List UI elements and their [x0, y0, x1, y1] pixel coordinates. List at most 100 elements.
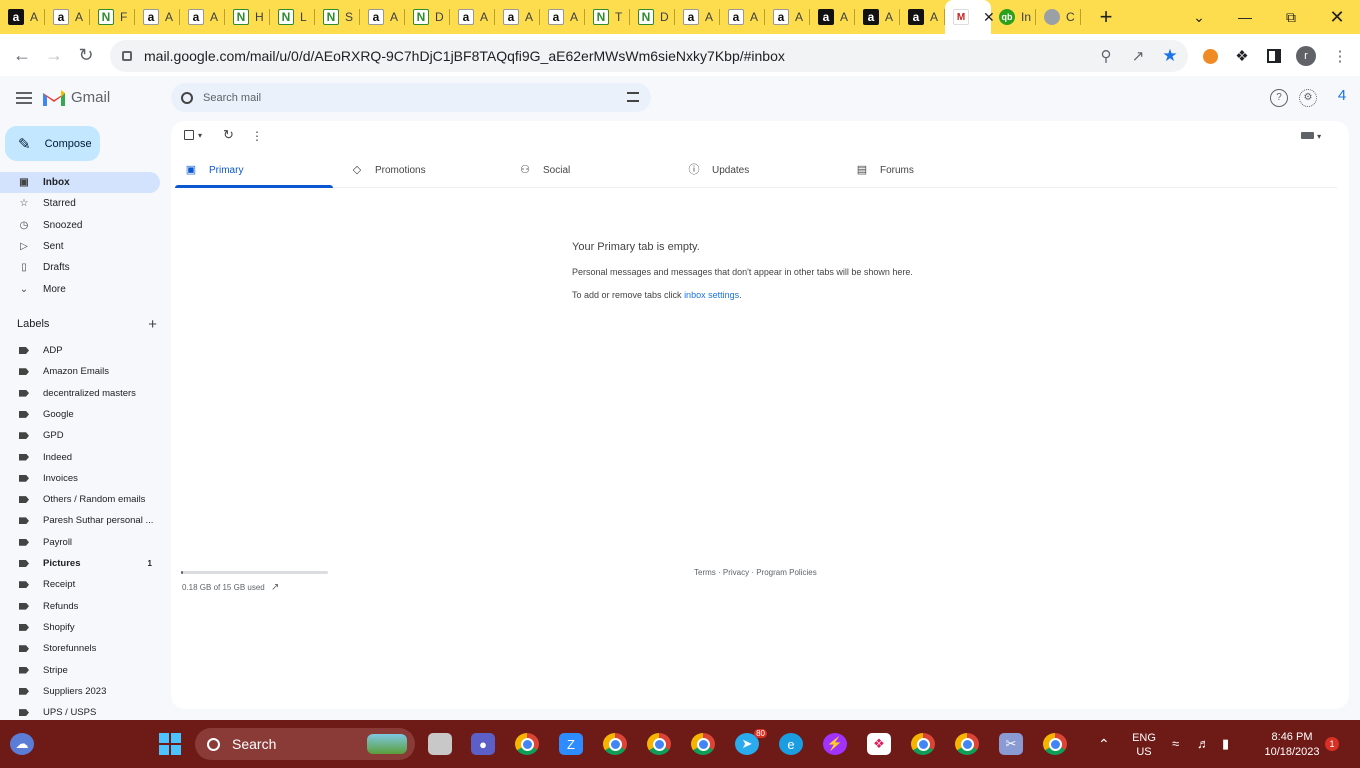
- account-badge[interactable]: 4: [1331, 87, 1353, 109]
- tab-promotions[interactable]: ◇ Promotions: [351, 152, 426, 188]
- messenger-icon[interactable]: ⚡: [823, 733, 847, 755]
- back-button[interactable]: ←: [10, 45, 34, 67]
- edge-icon[interactable]: e: [779, 733, 803, 755]
- browser-tab[interactable]: NL: [270, 0, 315, 34]
- sidebar-item-drafts[interactable]: ▯ Drafts: [0, 257, 160, 278]
- browser-tab[interactable]: C: [1036, 0, 1081, 34]
- teams-meet-icon[interactable]: ●: [471, 733, 495, 755]
- more-options-icon[interactable]: ⋮: [251, 129, 263, 143]
- refresh-icon[interactable]: ↻: [223, 127, 234, 143]
- browser-tab[interactable]: qb In: [991, 0, 1036, 34]
- browser-tab[interactable]: aA: [0, 0, 45, 34]
- label-item[interactable]: decentralized masters: [0, 383, 160, 404]
- sidebar-item-snoozed[interactable]: ◷ Snoozed: [0, 215, 160, 236]
- browser-tab[interactable]: NF: [90, 0, 135, 34]
- chrome-profile-1-icon[interactable]: [515, 733, 539, 755]
- label-item[interactable]: Shopify: [0, 617, 160, 638]
- browser-tab[interactable]: ND: [405, 0, 450, 34]
- search-options-icon[interactable]: [627, 92, 639, 102]
- chrome-profile-2-icon[interactable]: [603, 733, 627, 755]
- sidebar-item-sent[interactable]: ▷ Sent: [0, 236, 160, 257]
- search-input[interactable]: Search mail: [203, 92, 261, 104]
- tab-primary[interactable]: ▣ Primary: [185, 152, 244, 188]
- wifi-icon[interactable]: ≈: [1172, 736, 1179, 751]
- telegram-icon[interactable]: ➤ 80: [735, 729, 767, 755]
- label-item[interactable]: Pictures 1: [0, 553, 160, 574]
- sidebar-item-inbox[interactable]: ▣ Inbox: [0, 172, 160, 193]
- language-indicator[interactable]: ENG US: [1130, 731, 1158, 759]
- notification-badge[interactable]: 1: [1325, 737, 1339, 751]
- footer-links[interactable]: Terms · Privacy · Program Policies: [694, 568, 817, 577]
- forward-button[interactable]: →: [42, 45, 66, 67]
- browser-tab[interactable]: NS: [315, 0, 360, 34]
- search-icon[interactable]: [181, 91, 193, 104]
- add-label-icon[interactable]: +: [148, 316, 157, 333]
- browser-tab[interactable]: aA: [45, 0, 90, 34]
- browser-tab[interactable]: aA: [540, 0, 585, 34]
- browser-tab[interactable]: MIn✕: [945, 0, 995, 34]
- side-panel-icon[interactable]: [1264, 46, 1284, 66]
- tray-overflow-chevron-icon[interactable]: ⌃: [1098, 736, 1110, 753]
- input-tools-keyboard-icon[interactable]: ▾: [1301, 130, 1321, 142]
- tab-forums[interactable]: ▤ Forums: [856, 152, 914, 188]
- chrome-profile-3-icon[interactable]: [647, 733, 671, 755]
- reload-button[interactable]: ↻: [74, 45, 98, 67]
- browser-tab[interactable]: aA: [765, 0, 810, 34]
- sidebar-item-starred[interactable]: ☆ Starred: [0, 193, 160, 214]
- label-item[interactable]: Refunds: [0, 596, 160, 617]
- clock[interactable]: 8:46 PM 10/18/2023: [1262, 730, 1322, 760]
- chrome-profile-5-icon[interactable]: [911, 733, 935, 755]
- label-item[interactable]: Payroll: [0, 532, 160, 553]
- label-item[interactable]: ADP: [0, 340, 160, 361]
- bookmark-star-icon[interactable]: ★: [1160, 46, 1180, 66]
- main-menu-icon[interactable]: [16, 92, 32, 104]
- settings-gear-icon[interactable]: ⚙: [1299, 89, 1317, 107]
- slack-icon[interactable]: ❖: [867, 733, 891, 755]
- label-item[interactable]: Paresh Suthar personal ...: [0, 510, 160, 531]
- chrome-profile-4-icon[interactable]: [691, 733, 715, 755]
- new-tab-button[interactable]: +: [1091, 4, 1121, 30]
- label-item[interactable]: Suppliers 2023: [0, 681, 160, 702]
- browser-tab[interactable]: aA: [450, 0, 495, 34]
- taskbar-search[interactable]: Search: [195, 728, 415, 760]
- address-bar[interactable]: mail.google.com/mail/u/0/d/AEoRXRQ-9C7hD…: [110, 40, 1188, 72]
- browser-tab[interactable]: aA: [495, 0, 540, 34]
- browser-tab[interactable]: aA: [360, 0, 405, 34]
- browser-menu-icon[interactable]: ⋮: [1330, 46, 1350, 66]
- extensions-puzzle-icon[interactable]: ❖: [1232, 46, 1252, 66]
- volume-icon[interactable]: ♬: [1197, 736, 1210, 751]
- label-item[interactable]: Storefunnels: [0, 638, 160, 659]
- minimize-button[interactable]: —: [1222, 0, 1268, 34]
- task-view-icon[interactable]: [428, 733, 452, 755]
- widgets-icon[interactable]: ☁: [10, 733, 34, 755]
- battery-icon[interactable]: ▮: [1222, 736, 1229, 752]
- zoom-icon[interactable]: ⚲: [1096, 46, 1116, 66]
- label-item[interactable]: GPD: [0, 425, 160, 446]
- inbox-settings-link[interactable]: inbox settings: [684, 290, 739, 300]
- label-item[interactable]: Indeed: [0, 447, 160, 468]
- browser-tab[interactable]: aA: [810, 0, 855, 34]
- browser-tab[interactable]: NT: [585, 0, 630, 34]
- label-item[interactable]: Amazon Emails: [0, 361, 160, 382]
- open-storage-icon[interactable]: ↗: [271, 582, 279, 593]
- profile-avatar[interactable]: r: [1296, 46, 1316, 66]
- chrome-profile-6-icon[interactable]: [1043, 733, 1067, 755]
- tab-search-chevron-icon[interactable]: ⌄: [1176, 0, 1222, 34]
- chrome-active-icon[interactable]: [955, 733, 979, 755]
- sidebar-item-more[interactable]: ⌄ More: [0, 279, 160, 300]
- label-item[interactable]: Stripe: [0, 660, 160, 681]
- label-item[interactable]: Invoices: [0, 468, 160, 489]
- zoom-app-icon[interactable]: Z: [559, 733, 583, 755]
- close-window-button[interactable]: ✕: [1314, 0, 1360, 34]
- windows-start-icon[interactable]: [158, 733, 182, 755]
- browser-tab[interactable]: aA: [900, 0, 945, 34]
- browser-tab[interactable]: aA: [180, 0, 225, 34]
- share-icon[interactable]: ↗: [1128, 46, 1148, 66]
- select-all-checkbox[interactable]: [184, 130, 194, 140]
- search-mail-box[interactable]: Search mail: [171, 83, 651, 112]
- browser-tab[interactable]: aA: [675, 0, 720, 34]
- browser-tab[interactable]: aA: [855, 0, 900, 34]
- browser-tab[interactable]: NH: [225, 0, 270, 34]
- browser-tab[interactable]: ND: [630, 0, 675, 34]
- help-icon[interactable]: ?: [1270, 89, 1288, 107]
